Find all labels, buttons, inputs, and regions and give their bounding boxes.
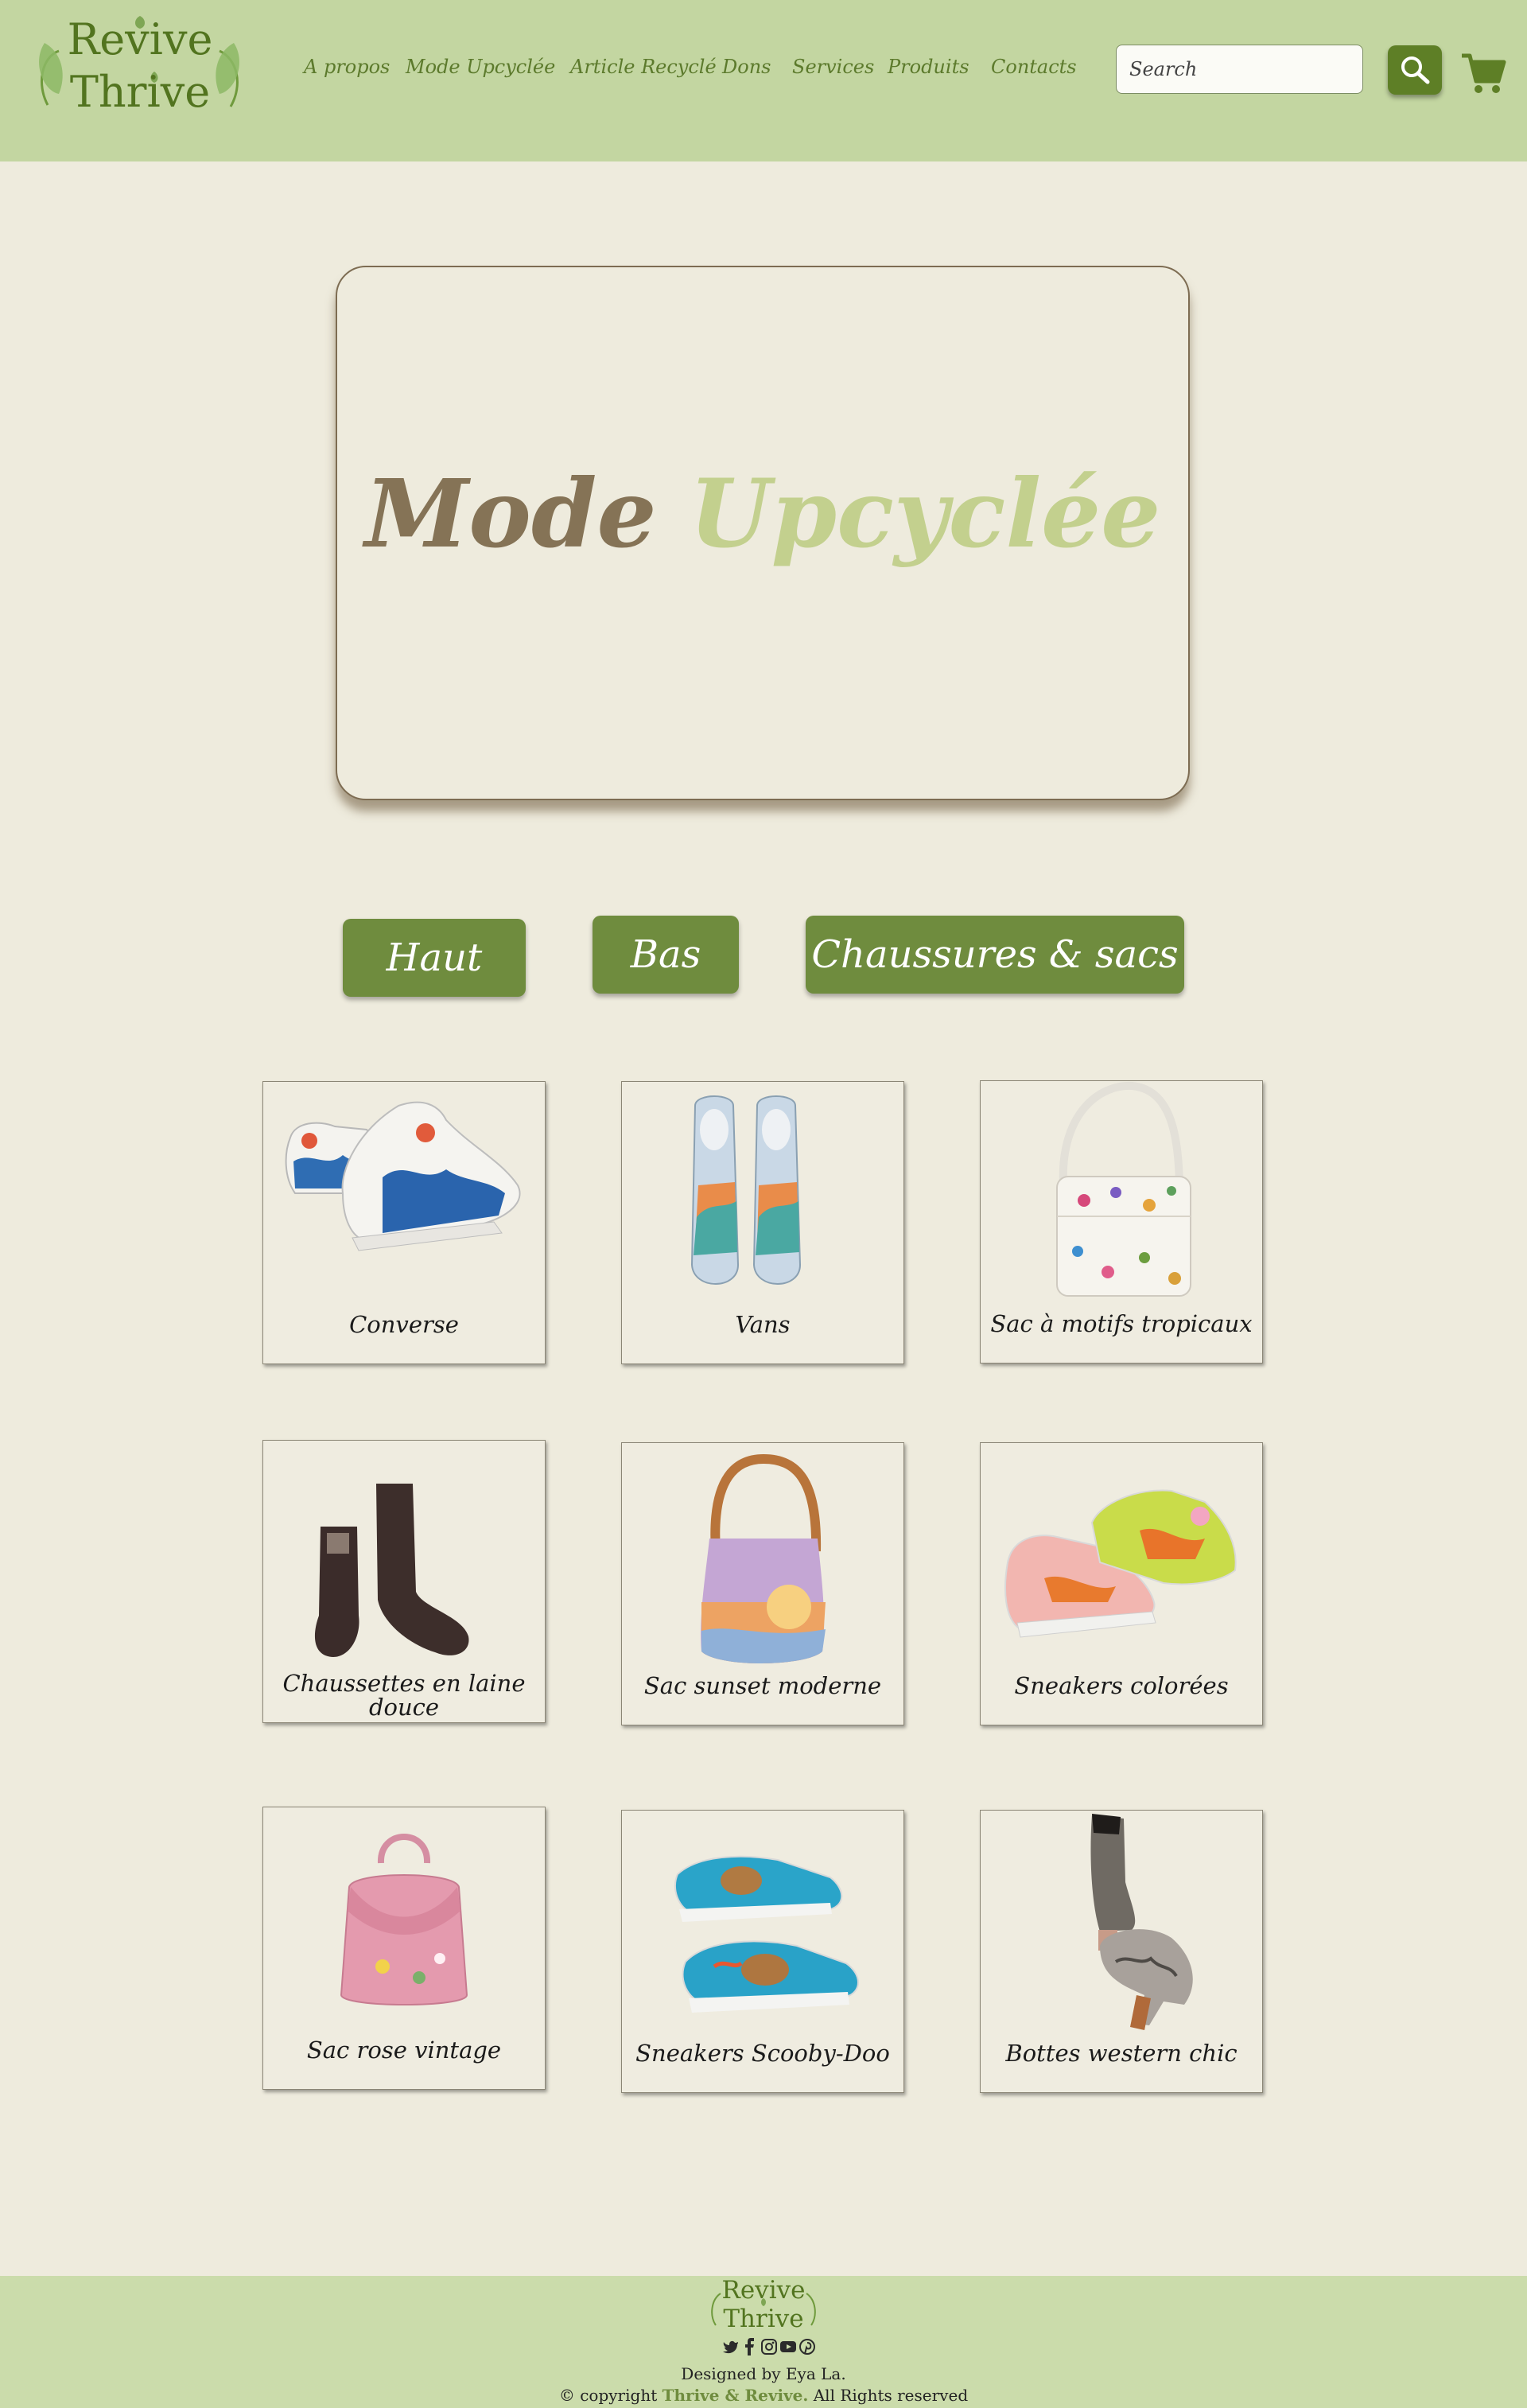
designer-name: Eya La. bbox=[785, 2364, 846, 2383]
nav-item-produits[interactable]: Produits bbox=[888, 56, 969, 78]
pinterest-icon[interactable] bbox=[798, 2338, 816, 2355]
product-card-converse[interactable]: Converse bbox=[262, 1081, 546, 1364]
search-icon bbox=[1401, 56, 1430, 84]
category-button-haut[interactable]: Haut bbox=[343, 919, 526, 997]
hero-card: Mode Upcyclée bbox=[336, 266, 1190, 800]
footer-brand-line-2: Thrive bbox=[723, 2305, 804, 2333]
designed-by: Designed by Eya La. bbox=[0, 2364, 1527, 2383]
twitter-icon[interactable] bbox=[722, 2338, 740, 2355]
brand-logo[interactable]: Revive Thrive bbox=[35, 11, 245, 123]
nav-item-article-recycle[interactable]: Article Recyclé bbox=[570, 56, 717, 78]
product-image-sneakers-scooby bbox=[674, 1855, 859, 2013]
designed-by-prefix: Designed by bbox=[681, 2364, 781, 2383]
nav-item-services[interactable]: Services bbox=[792, 56, 874, 78]
hero-title-part-2: Upcyclée bbox=[689, 458, 1161, 569]
product-name: Sneakers Scooby-Doo bbox=[635, 2040, 890, 2067]
product-image-sneakers-colorees bbox=[1004, 1489, 1237, 1638]
product-name: Sac à motifs tropicaux bbox=[990, 1310, 1253, 1337]
copyright-suffix: All Rights reserved bbox=[813, 2386, 969, 2405]
product-card-sac-rose[interactable]: Sac rose vintage bbox=[262, 1807, 546, 2090]
hero-title: Mode Upcyclée bbox=[337, 458, 1188, 570]
nav-item-a-propos[interactable]: A propos bbox=[304, 56, 390, 78]
product-card-sneakers-colorees[interactable]: Sneakers colorées bbox=[980, 1442, 1263, 1725]
category-button-chaussures-sacs[interactable]: Chaussures & sacs bbox=[806, 916, 1184, 994]
product-image-bottes bbox=[1090, 1814, 1193, 2030]
product-name: Chaussettes en laine douce bbox=[282, 1670, 526, 1721]
product-image-sac-sunset bbox=[701, 1453, 826, 1663]
product-card-sac-tropicaux[interactable]: Sac à motifs tropicaux bbox=[980, 1080, 1263, 1363]
copyright-prefix: © copyright bbox=[558, 2386, 658, 2405]
product-image-vans bbox=[690, 1095, 802, 1285]
footer-logo[interactable]: Revive Thrive bbox=[708, 2276, 819, 2340]
product-name: Converse bbox=[349, 1311, 459, 1338]
cart-icon[interactable] bbox=[1460, 51, 1506, 95]
nav-item-mode-upcyclee[interactable]: Mode Upcyclée bbox=[406, 56, 555, 78]
product-image-chaussettes bbox=[314, 1484, 469, 1657]
product-name: Sac rose vintage bbox=[306, 2036, 502, 2064]
youtube-icon[interactable] bbox=[779, 2338, 797, 2355]
search-input[interactable] bbox=[1116, 45, 1363, 94]
product-name: Vans bbox=[735, 1311, 791, 1338]
site-header: Revive Thrive A propos Mode Upcyclée Art… bbox=[0, 0, 1527, 161]
product-image-sac-tropicaux bbox=[1056, 1081, 1191, 1297]
nav-item-dons[interactable]: Dons bbox=[722, 56, 771, 78]
product-image-sac-rose bbox=[340, 1834, 468, 2005]
hero-title-part-1: Mode bbox=[364, 458, 657, 569]
product-name: Sneakers colorées bbox=[1014, 1672, 1229, 1699]
product-card-chaussettes[interactable]: Chaussettes en laine douce bbox=[262, 1440, 546, 1723]
product-name: Sac sunset moderne bbox=[643, 1672, 882, 1699]
brand-line-1: Revive bbox=[67, 14, 213, 64]
brand-line-2: Thrive bbox=[69, 67, 211, 117]
nav-item-contacts[interactable]: Contacts bbox=[991, 56, 1077, 78]
category-button-bas[interactable]: Bas bbox=[593, 916, 739, 994]
facebook-icon[interactable] bbox=[741, 2338, 759, 2355]
instagram-icon[interactable] bbox=[760, 2338, 778, 2355]
product-card-sneakers-scooby[interactable]: Sneakers Scooby-Doo bbox=[621, 1810, 904, 2093]
product-image-converse bbox=[285, 1101, 521, 1251]
product-name: Bottes western chic bbox=[1005, 2040, 1238, 2067]
product-card-vans[interactable]: Vans bbox=[621, 1081, 904, 1364]
copyright-brand: Thrive & Revive. bbox=[662, 2386, 809, 2405]
footer-brand-line-1: Revive bbox=[721, 2276, 806, 2305]
copyright: © copyright Thrive & Revive. All Rights … bbox=[0, 2386, 1527, 2405]
search-button[interactable] bbox=[1388, 45, 1442, 95]
product-card-bottes[interactable]: Bottes western chic bbox=[980, 1810, 1263, 2093]
product-card-sac-sunset[interactable]: Sac sunset moderne bbox=[621, 1442, 904, 1725]
site-footer: Revive Thrive Designed by Eya La. © copy… bbox=[0, 2276, 1527, 2408]
